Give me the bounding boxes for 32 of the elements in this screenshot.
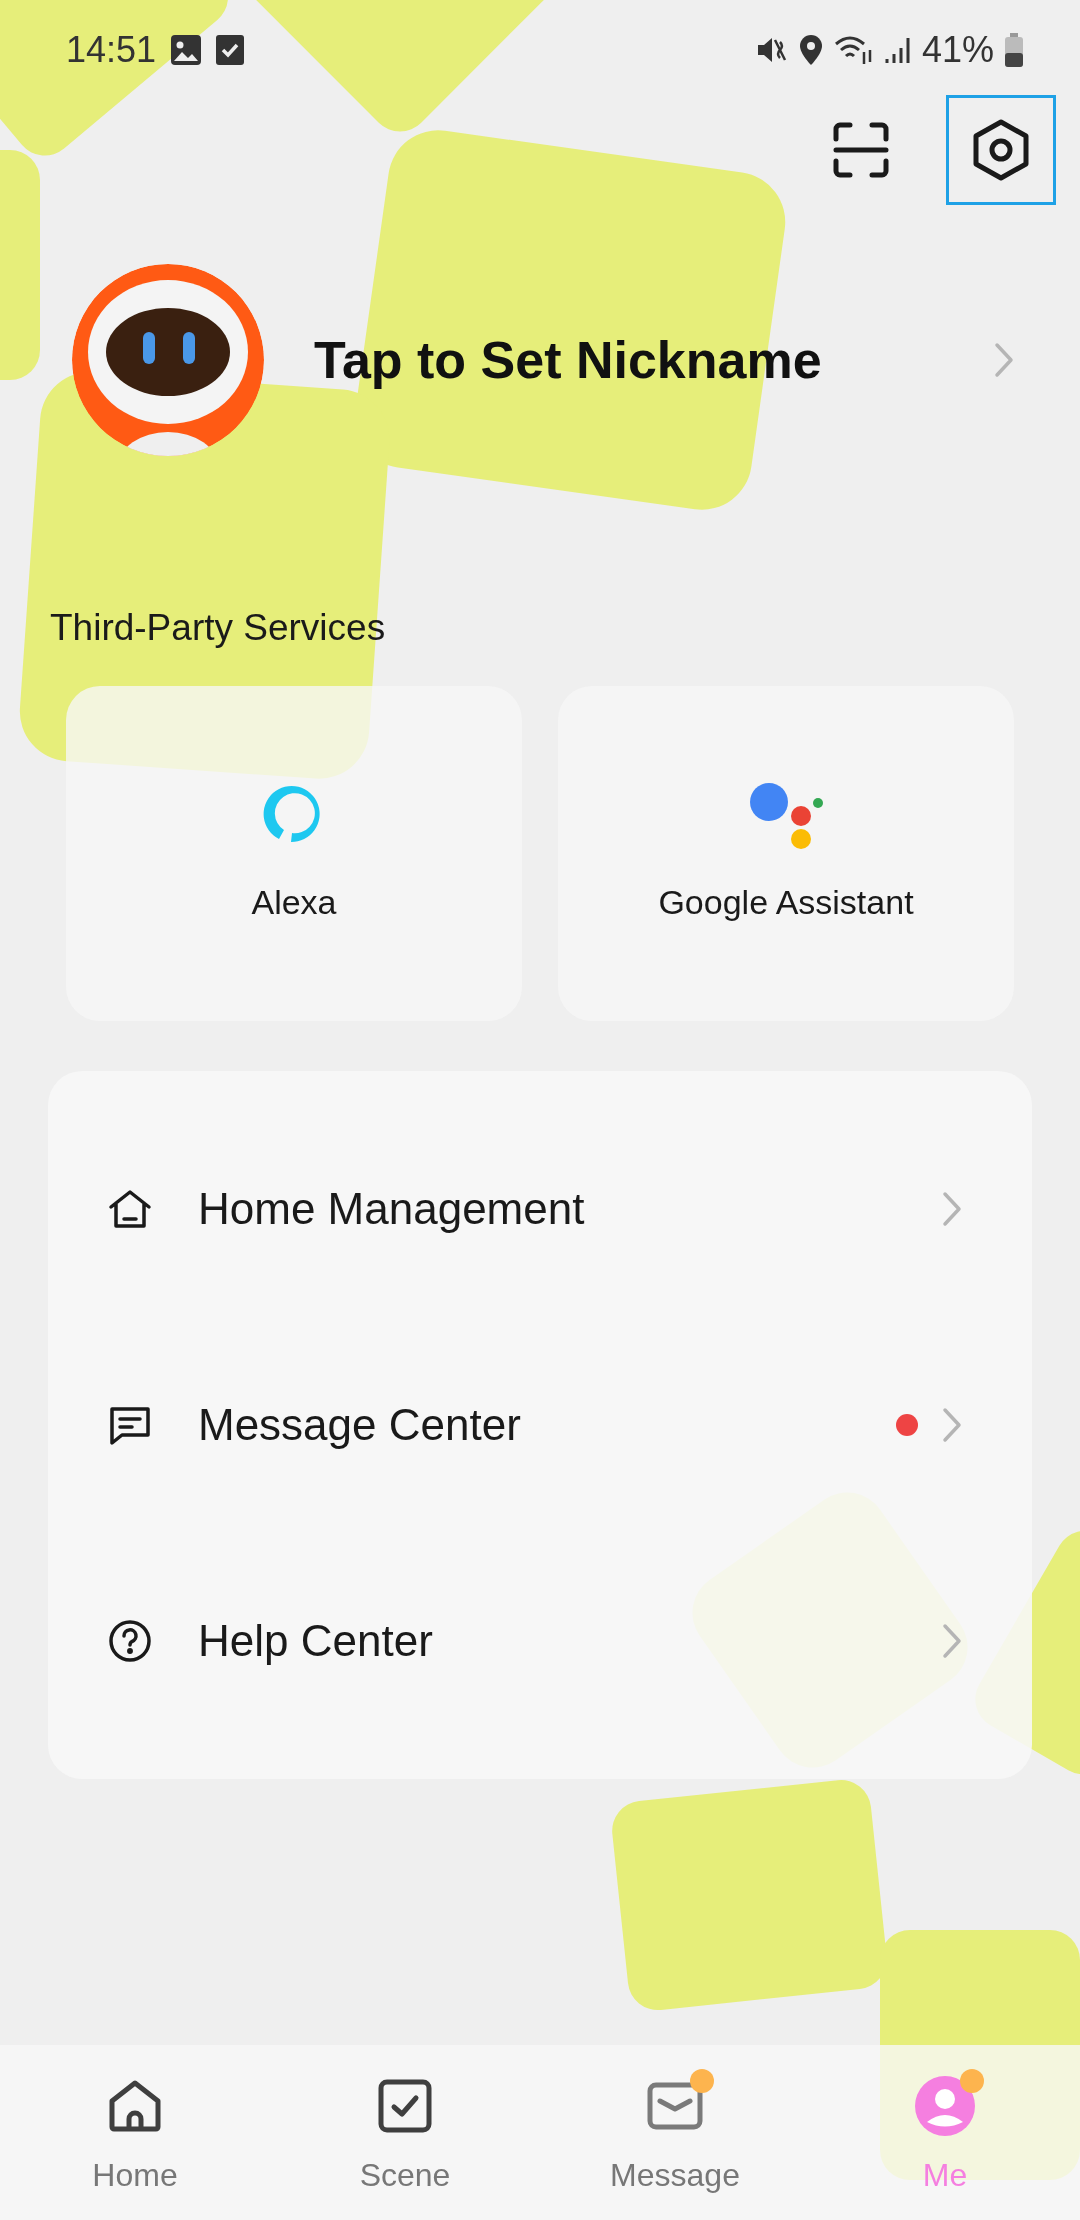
nickname-link[interactable]: Tap to Set Nickname: [314, 321, 994, 399]
menu-label: Home Management: [198, 1182, 586, 1235]
menu-item[interactable]: Message Center: [48, 1316, 1032, 1533]
chevron-right-icon: [942, 1190, 962, 1227]
nav-tab[interactable]: Scene: [270, 2045, 540, 2220]
service-card[interactable]: Alexa: [66, 685, 522, 1021]
menu-label: Message Center: [198, 1398, 522, 1451]
battery-percent: 41%: [921, 28, 994, 72]
tab-label: Home: [92, 2156, 178, 2195]
checkbox-icon: [376, 2077, 434, 2135]
chevron-right-icon: [942, 1406, 962, 1443]
menu-item[interactable]: Help Center: [48, 1532, 1032, 1749]
scan-icon: [832, 121, 890, 179]
location-icon: [797, 34, 824, 66]
profile-icon: [914, 2075, 976, 2137]
settings-button[interactable]: [946, 95, 1056, 205]
chevron-right-icon: [994, 342, 1014, 378]
status-time: 14:51: [66, 28, 157, 72]
image-icon: [170, 34, 203, 66]
tab-label: Scene: [359, 2156, 451, 2195]
nav-tab[interactable]: Message: [540, 2045, 810, 2220]
tab-label: Message: [610, 2156, 740, 2195]
chevron-right-icon: [942, 1622, 962, 1659]
service-card[interactable]: Google Assistant: [558, 685, 1014, 1021]
menu-item[interactable]: Home Management: [48, 1100, 1032, 1317]
nav-tab[interactable]: Home: [0, 2045, 270, 2220]
settings-icon: [972, 119, 1030, 181]
menu-label: Help Center: [198, 1614, 434, 1667]
checkbox-icon: [216, 34, 245, 66]
battery-icon: [1004, 33, 1024, 67]
tab-label: Me: [922, 2156, 968, 2195]
wifi-icon: [833, 34, 874, 66]
